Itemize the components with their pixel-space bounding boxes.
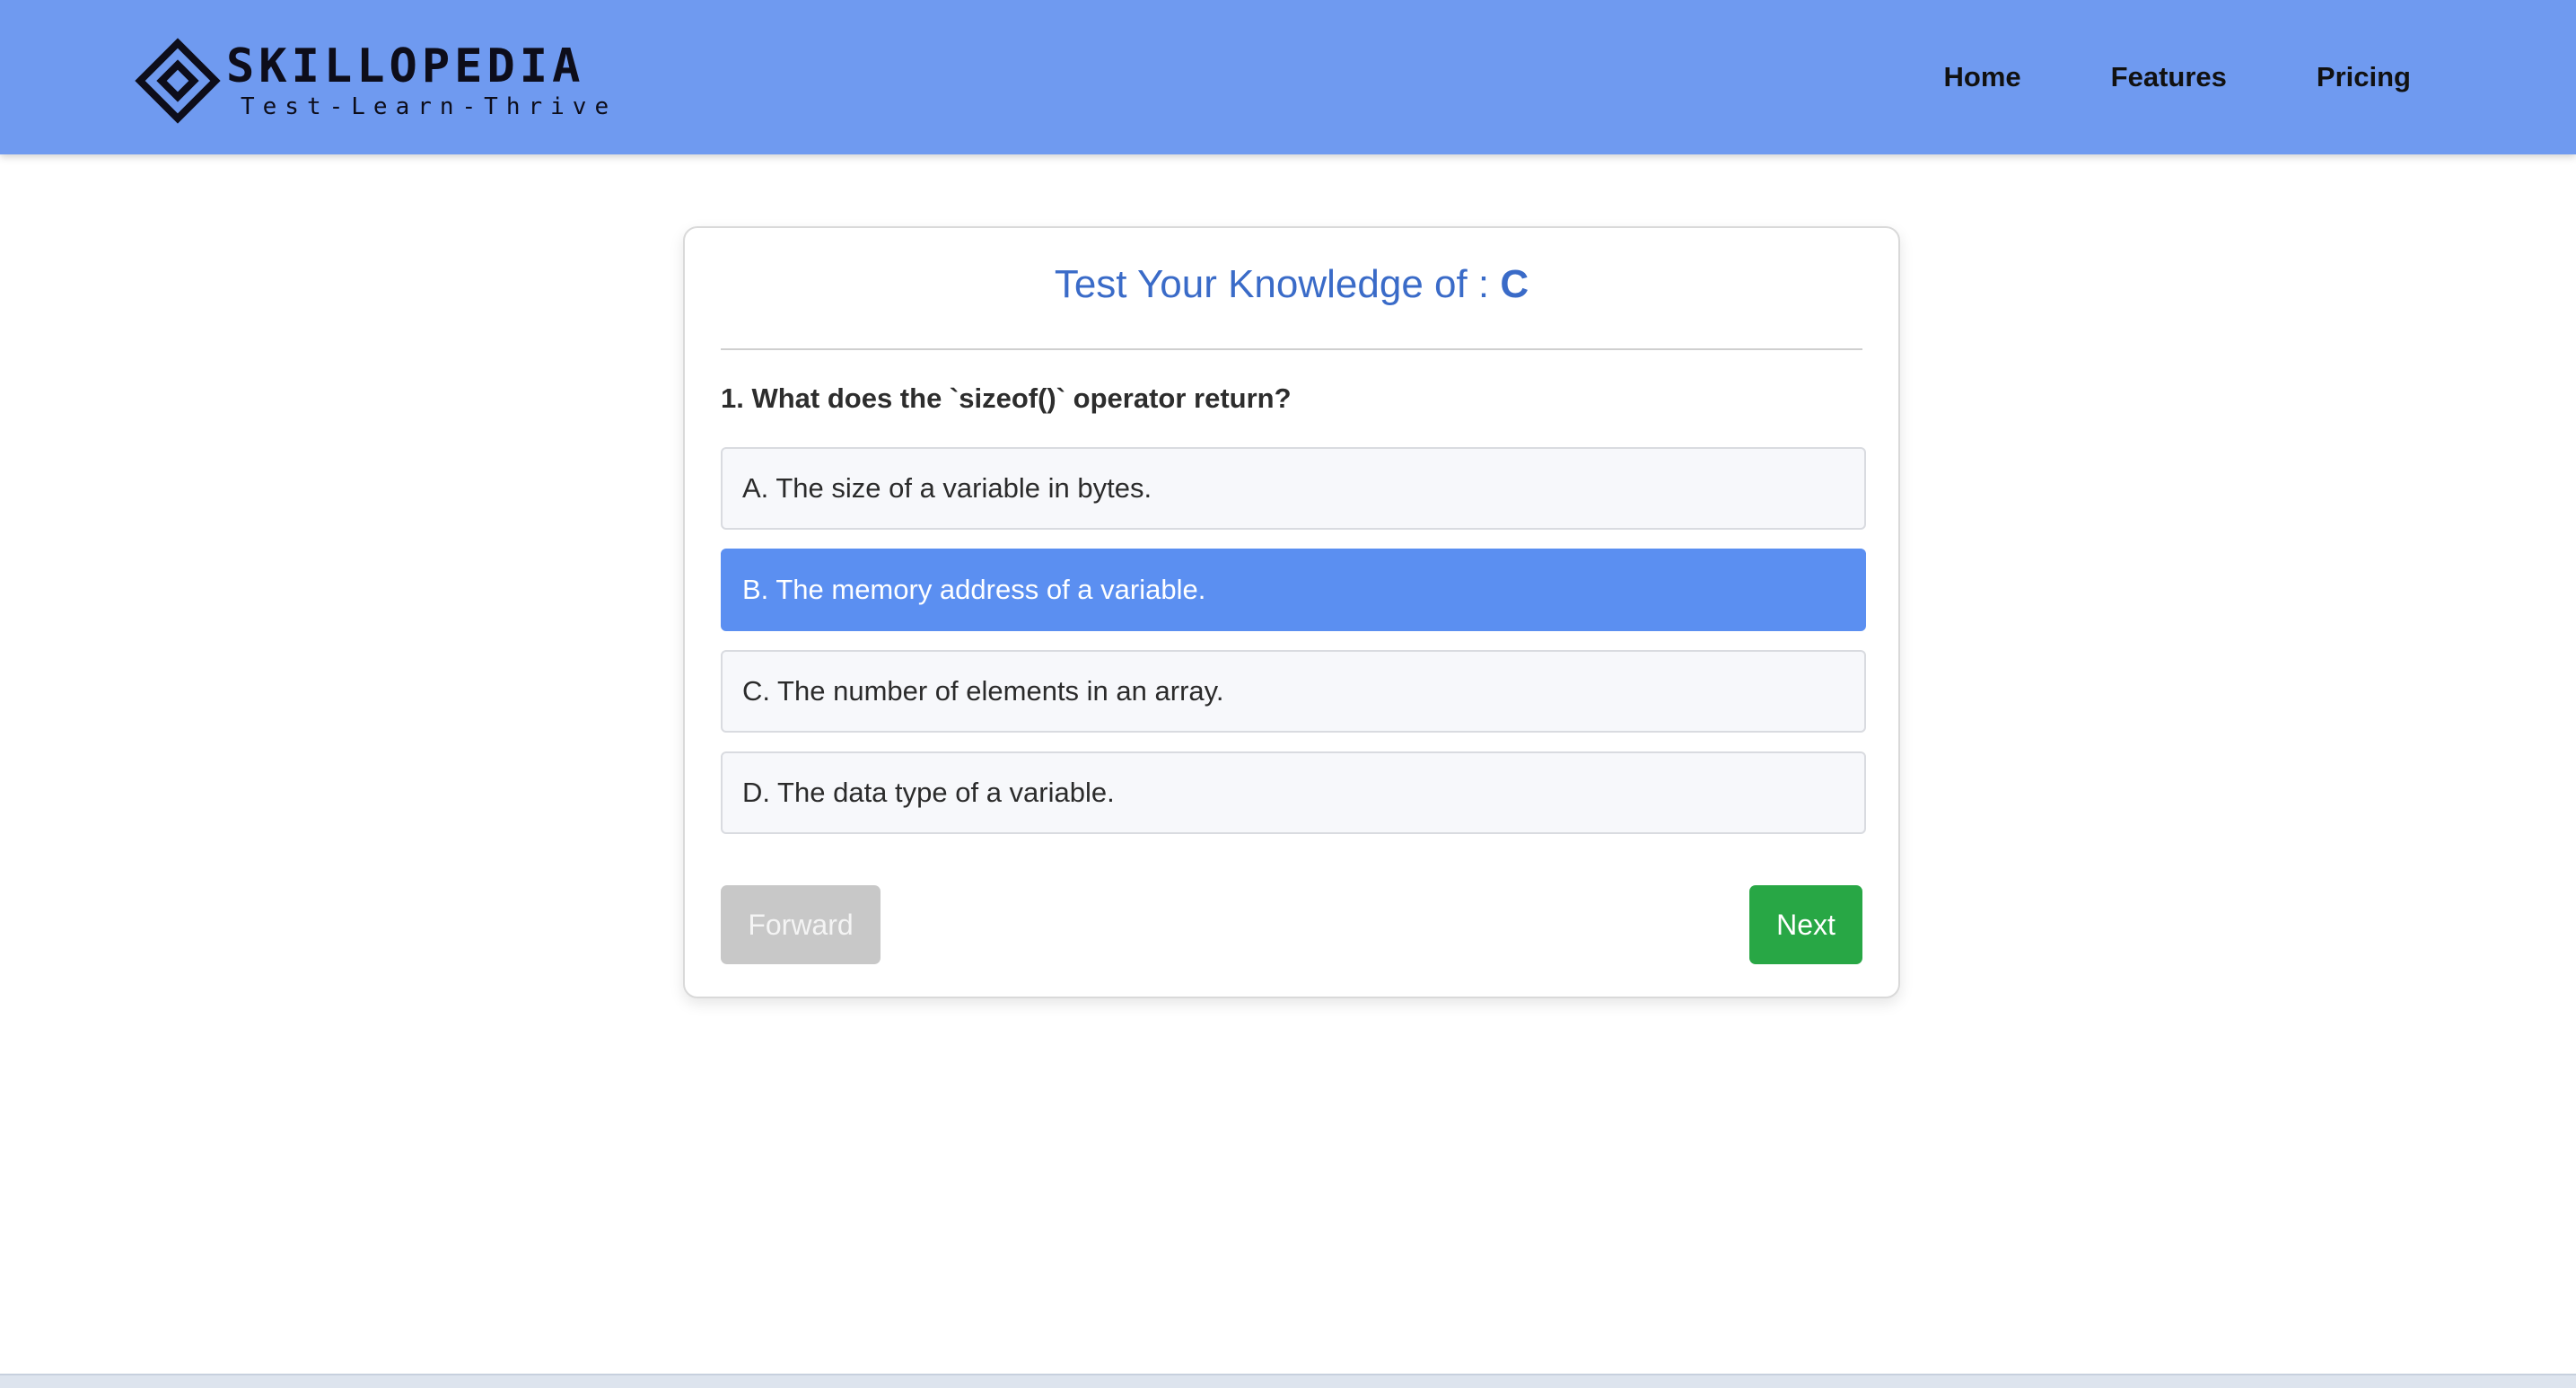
answer-options: A. The size of a variable in bytes. B. T… bbox=[721, 447, 1866, 853]
answer-option-c[interactable]: C. The number of elements in an array. bbox=[721, 650, 1866, 733]
brand-text: SKILLOPEDIA Test-Learn-Thrive bbox=[226, 43, 617, 119]
brand-tagline: Test-Learn-Thrive bbox=[241, 93, 618, 120]
diamond-logo-icon bbox=[135, 38, 221, 124]
main-nav: Home Features Pricing bbox=[1854, 0, 2411, 154]
answer-option-a[interactable]: A. The size of a variable in bytes. bbox=[721, 447, 1866, 530]
quiz-title: Test Your Knowledge of : C bbox=[685, 262, 1898, 307]
quiz-card: Test Your Knowledge of : C 1. What does … bbox=[683, 226, 1900, 998]
title-divider bbox=[721, 348, 1862, 350]
brand-name: SKILLOPEDIA bbox=[226, 40, 585, 93]
brand[interactable]: SKILLOPEDIA Test-Learn-Thrive bbox=[135, 38, 617, 124]
next-button[interactable]: Next bbox=[1749, 885, 1862, 964]
question-text: 1. What does the `sizeof()` operator ret… bbox=[721, 382, 1292, 414]
forward-button[interactable]: Forward bbox=[721, 885, 881, 964]
nav-link-features[interactable]: Features bbox=[2111, 61, 2227, 93]
top-navbar: SKILLOPEDIA Test-Learn-Thrive Home Featu… bbox=[0, 0, 2576, 154]
quiz-title-prefix: Test Your Knowledge of : bbox=[1054, 262, 1501, 306]
nav-link-pricing[interactable]: Pricing bbox=[2317, 61, 2411, 93]
nav-link-home[interactable]: Home bbox=[1944, 61, 2021, 93]
answer-option-b[interactable]: B. The memory address of a variable. bbox=[721, 549, 1866, 631]
answer-option-d[interactable]: D. The data type of a variable. bbox=[721, 751, 1866, 834]
quiz-subject: C bbox=[1500, 262, 1529, 306]
